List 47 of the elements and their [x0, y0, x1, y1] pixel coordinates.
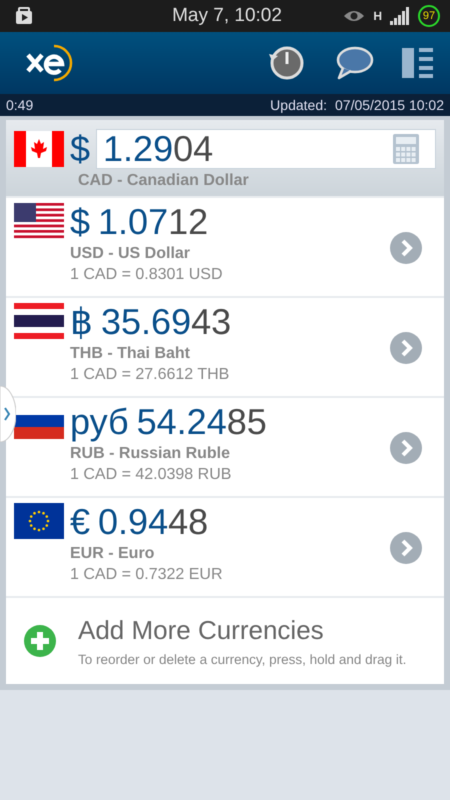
currency-row[interactable]: € 0.9448 EUR - Euro 1 CAD = 0.7322 EUR [6, 498, 444, 596]
calculator-icon[interactable] [393, 134, 419, 164]
countdown-timer: 0:49 [6, 97, 34, 113]
currency-name: THB - Thai Baht [70, 345, 191, 363]
currency-symbol: руб [70, 403, 129, 441]
chevron-icon[interactable] [390, 332, 422, 364]
currency-row[interactable]: ฿ 35.6943 THB - Thai Baht 1 CAD = 27.6612 THB [6, 298, 444, 396]
battery-indicator: 97 [418, 5, 440, 27]
hint-text: To reorder or delete a currency, press, hold and drag it. [78, 652, 406, 667]
currency-name: EUR - Euro [70, 545, 156, 563]
converted-amount: 1.0712 [98, 203, 208, 241]
converted-amount: 35.6943 [101, 303, 232, 341]
network-indicator: H [373, 9, 382, 23]
currency-symbol: $ [70, 128, 90, 170]
status-time: May 7, 10:02 [172, 5, 282, 27]
add-currency-row[interactable]: Add More Currencies To reorder or delete a currency, press, hold and drag it. [6, 598, 444, 684]
currency-name: USD - US Dollar [70, 245, 192, 263]
chevron-icon[interactable] [390, 532, 422, 564]
flag-icon [14, 131, 64, 167]
chevron-icon[interactable] [390, 432, 422, 464]
currency-name: RUB - Russian Ruble [70, 445, 232, 463]
chat-icon[interactable] [334, 45, 374, 81]
plus-icon[interactable] [24, 625, 56, 657]
currency-symbol: $ [70, 203, 90, 241]
currency-row[interactable]: $ 1.0712 USD - US Dollar 1 CAD = 0.8301 USD [6, 198, 444, 296]
flag-icon [14, 503, 64, 539]
currency-symbol: € [70, 503, 90, 541]
add-currencies-title: Add More Currencies [78, 615, 325, 646]
exchange-rate: 1 CAD = 0.8301 USD [70, 266, 224, 284]
drawer-handle[interactable] [0, 386, 16, 442]
currency-name: CAD - Canadian Dollar [78, 172, 250, 190]
updated-label: Updated: [270, 97, 327, 113]
menu-icon[interactable] [402, 46, 434, 80]
amount-field[interactable]: 1.2904 [96, 129, 436, 169]
converted-amount: 0.9448 [98, 503, 208, 541]
currency-row[interactable]: руб 54.2485 RUB - Russian Ruble 1 CAD = 42.0398 RUB [6, 398, 444, 496]
converted-amount: 54.2485 [136, 403, 267, 441]
currency-symbol: ฿ [70, 303, 93, 341]
eye-icon [343, 9, 366, 23]
exchange-rate: 1 CAD = 0.7322 EUR [70, 566, 224, 584]
exchange-rate: 1 CAD = 27.6612 THB [70, 366, 230, 384]
exchange-rate: 1 CAD = 42.0398 RUB [70, 466, 232, 484]
flag-icon [14, 203, 64, 239]
signal-icon [390, 7, 410, 25]
flag-icon [14, 303, 64, 339]
chevron-icon[interactable] [390, 232, 422, 264]
updated-time: 07/05/2015 10:02 [335, 97, 444, 113]
